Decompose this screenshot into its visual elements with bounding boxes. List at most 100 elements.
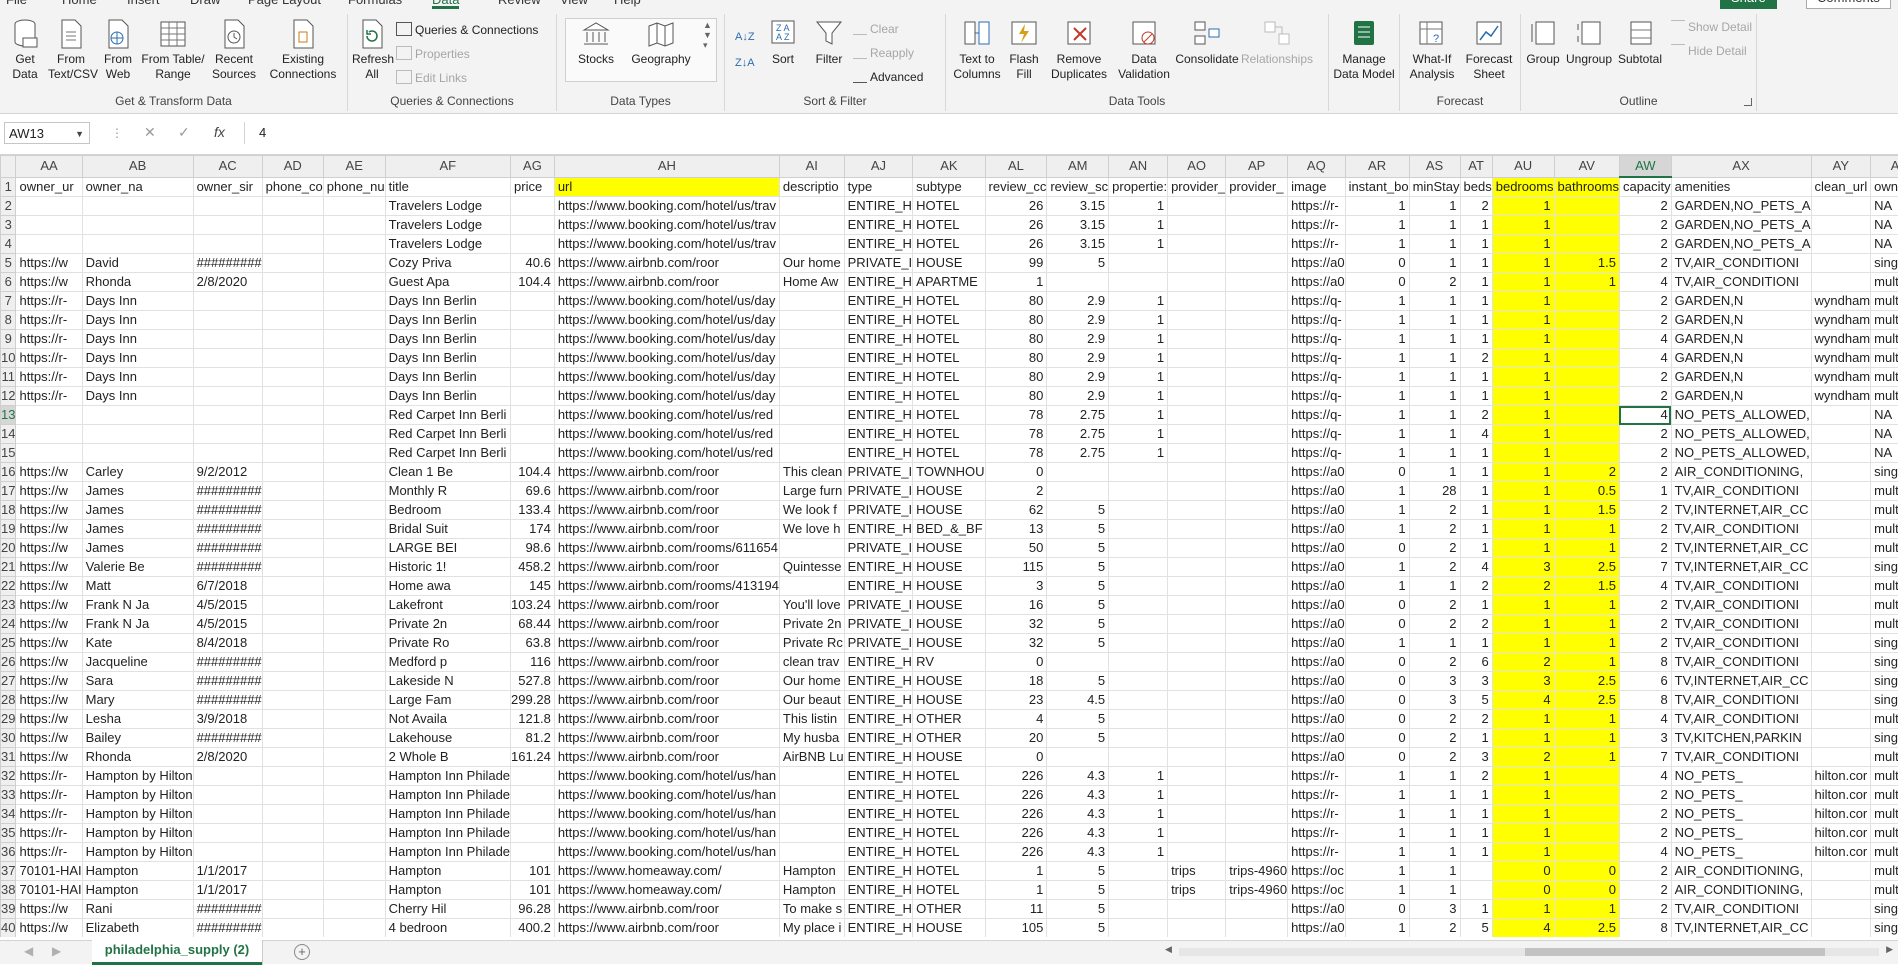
- grid-cell[interactable]: [1226, 824, 1288, 843]
- grid-cell[interactable]: [1811, 710, 1871, 729]
- grid-cell[interactable]: 5: [1047, 539, 1109, 558]
- grid-cell[interactable]: Home Aw: [779, 273, 844, 292]
- grid-cell[interactable]: 1: [1460, 501, 1492, 520]
- grid-cell[interactable]: [1554, 843, 1619, 862]
- grid-cell[interactable]: [511, 444, 555, 463]
- grid-cell[interactable]: ENTIRE_H: [844, 748, 913, 767]
- grid-cell[interactable]: single: [1871, 463, 1898, 482]
- grid-cell[interactable]: Matt: [82, 577, 193, 596]
- grid-cell[interactable]: [1226, 349, 1288, 368]
- grid-cell[interactable]: [323, 710, 385, 729]
- grid-cell[interactable]: [1168, 330, 1226, 349]
- grid-cell[interactable]: HOUSE: [913, 254, 985, 273]
- grid-cell[interactable]: 3: [1409, 672, 1460, 691]
- grid-cell[interactable]: 1: [1492, 368, 1554, 387]
- grid-cell[interactable]: [262, 425, 323, 444]
- grid-cell[interactable]: 1: [1492, 216, 1554, 235]
- grid-cell[interactable]: 1: [1409, 425, 1460, 444]
- grid-cell[interactable]: [1554, 349, 1619, 368]
- grid-cell[interactable]: [1226, 900, 1288, 919]
- data-validation-button[interactable]: Data Validation: [1114, 18, 1174, 82]
- row-header[interactable]: 10: [1, 349, 16, 368]
- grid-cell[interactable]: 1: [1409, 311, 1460, 330]
- header-cell[interactable]: bedrooms: [1492, 177, 1554, 197]
- grid-cell[interactable]: [262, 767, 323, 786]
- grid-cell[interactable]: HOTEL: [913, 216, 985, 235]
- grid-cell[interactable]: https://w: [16, 691, 82, 710]
- grid-cell[interactable]: https://w: [16, 558, 82, 577]
- column-header[interactable]: AS: [1409, 156, 1460, 178]
- grid-cell[interactable]: 1: [1345, 805, 1409, 824]
- grid-cell[interactable]: https://w: [16, 729, 82, 748]
- grid-cell[interactable]: [323, 197, 385, 216]
- grid-cell[interactable]: 1: [1409, 843, 1460, 862]
- grid-cell[interactable]: 104.4: [511, 463, 555, 482]
- text-to-columns-button[interactable]: Text to Columns: [952, 18, 1002, 82]
- row-header[interactable]: 33: [1, 786, 16, 805]
- grid-cell[interactable]: HOTEL: [913, 805, 985, 824]
- grid-cell[interactable]: [1168, 406, 1226, 425]
- grid-cell[interactable]: https://www.airbnb.com/roor: [554, 520, 779, 539]
- grid-cell[interactable]: [262, 520, 323, 539]
- grid-cell[interactable]: ENTIRE_H: [844, 824, 913, 843]
- grid-cell[interactable]: [779, 843, 844, 862]
- grid-cell[interactable]: TV,AIR_CONDITIONI: [1671, 615, 1811, 634]
- grid-cell[interactable]: 3: [1409, 900, 1460, 919]
- grid-cell[interactable]: multi: [1871, 767, 1898, 786]
- header-cell[interactable]: owner_ur: [16, 177, 82, 197]
- grid-cell[interactable]: [1109, 634, 1168, 653]
- grid-cell[interactable]: [1226, 539, 1288, 558]
- grid-cell[interactable]: 4 bedroon: [385, 919, 510, 938]
- grid-cell[interactable]: [193, 387, 262, 406]
- grid-cell[interactable]: [1811, 501, 1871, 520]
- scroll-right-icon[interactable]: ▶: [1886, 944, 1893, 955]
- grid-cell[interactable]: [262, 273, 323, 292]
- grid-cell[interactable]: https://www.airbnb.com/roor: [554, 254, 779, 273]
- grid-cell[interactable]: [1811, 235, 1871, 254]
- grid-cell[interactable]: 5: [1047, 672, 1109, 691]
- grid-cell[interactable]: https://a0: [1288, 463, 1345, 482]
- grid-cell[interactable]: NO_PETS_ALLOWED,: [1671, 425, 1811, 444]
- grid-cell[interactable]: [262, 216, 323, 235]
- grid-cell[interactable]: 1: [1460, 900, 1492, 919]
- grid-cell[interactable]: 1: [1554, 520, 1619, 539]
- grid-cell[interactable]: 70101-HAI: [16, 862, 82, 881]
- grid-cell[interactable]: [1109, 900, 1168, 919]
- grid-cell[interactable]: [1554, 387, 1619, 406]
- grid-cell[interactable]: https://a0: [1288, 520, 1345, 539]
- grid-cell[interactable]: [1811, 900, 1871, 919]
- grid-cell[interactable]: 2: [1619, 463, 1671, 482]
- grid-cell[interactable]: 4/5/2015: [193, 615, 262, 634]
- grid-cell[interactable]: [1168, 235, 1226, 254]
- column-header[interactable]: AB: [82, 156, 193, 178]
- grid-cell[interactable]: https://w: [16, 273, 82, 292]
- row-header[interactable]: 7: [1, 292, 16, 311]
- grid-cell[interactable]: [1554, 786, 1619, 805]
- grid-cell[interactable]: [193, 425, 262, 444]
- filter-button[interactable]: Filter: [811, 18, 847, 67]
- grid-cell[interactable]: [511, 235, 555, 254]
- grid-cell[interactable]: Hampton by Hilton: [82, 805, 193, 824]
- tab-help[interactable]: Help: [614, 0, 641, 7]
- grid-cell[interactable]: 1: [1409, 786, 1460, 805]
- grid-cell[interactable]: 2: [1619, 881, 1671, 900]
- row-header[interactable]: 11: [1, 368, 16, 387]
- grid-cell[interactable]: 1: [1492, 235, 1554, 254]
- grid-cell[interactable]: NA: [1871, 406, 1898, 425]
- grid-cell[interactable]: HOTEL: [913, 349, 985, 368]
- grid-cell[interactable]: 2 Whole B: [385, 748, 510, 767]
- grid-cell[interactable]: [1168, 843, 1226, 862]
- grid-cell[interactable]: 2: [1460, 767, 1492, 786]
- grid-cell[interactable]: 1: [1409, 463, 1460, 482]
- grid-cell[interactable]: https://www.airbnb.com/roor: [554, 900, 779, 919]
- grid-cell[interactable]: multi: [1871, 330, 1898, 349]
- grid-cell[interactable]: 1: [1109, 235, 1168, 254]
- show-detail-button[interactable]: Show Detail: [1671, 20, 1752, 34]
- grid-cell[interactable]: 0.5: [1554, 482, 1619, 501]
- grid-cell[interactable]: https://w: [16, 672, 82, 691]
- share-button[interactable]: Share: [1720, 0, 1777, 9]
- grid-cell[interactable]: https://w: [16, 482, 82, 501]
- grid-cell[interactable]: ENTIRE_H: [844, 843, 913, 862]
- grid-cell[interactable]: Historic 1!: [385, 558, 510, 577]
- grid-cell[interactable]: [1109, 463, 1168, 482]
